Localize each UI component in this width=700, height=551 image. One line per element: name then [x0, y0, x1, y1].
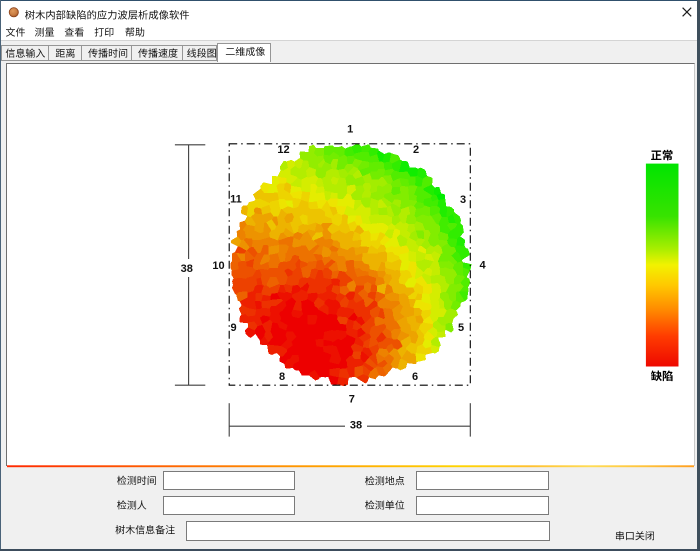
svg-text:6: 6 — [412, 371, 418, 383]
svg-text:4: 4 — [479, 260, 486, 272]
svg-text:8: 8 — [279, 371, 285, 383]
svg-text:10: 10 — [212, 260, 224, 272]
svg-text:11: 11 — [230, 194, 242, 206]
svg-text:3: 3 — [460, 194, 466, 206]
svg-text:2: 2 — [413, 144, 419, 156]
svg-text:38: 38 — [181, 263, 193, 275]
svg-text:1: 1 — [347, 123, 353, 135]
svg-text:7: 7 — [349, 394, 355, 406]
svg-text:12: 12 — [277, 144, 289, 156]
svg-text:5: 5 — [458, 322, 464, 334]
svg-text:38: 38 — [350, 420, 362, 432]
svg-text:9: 9 — [230, 322, 236, 334]
